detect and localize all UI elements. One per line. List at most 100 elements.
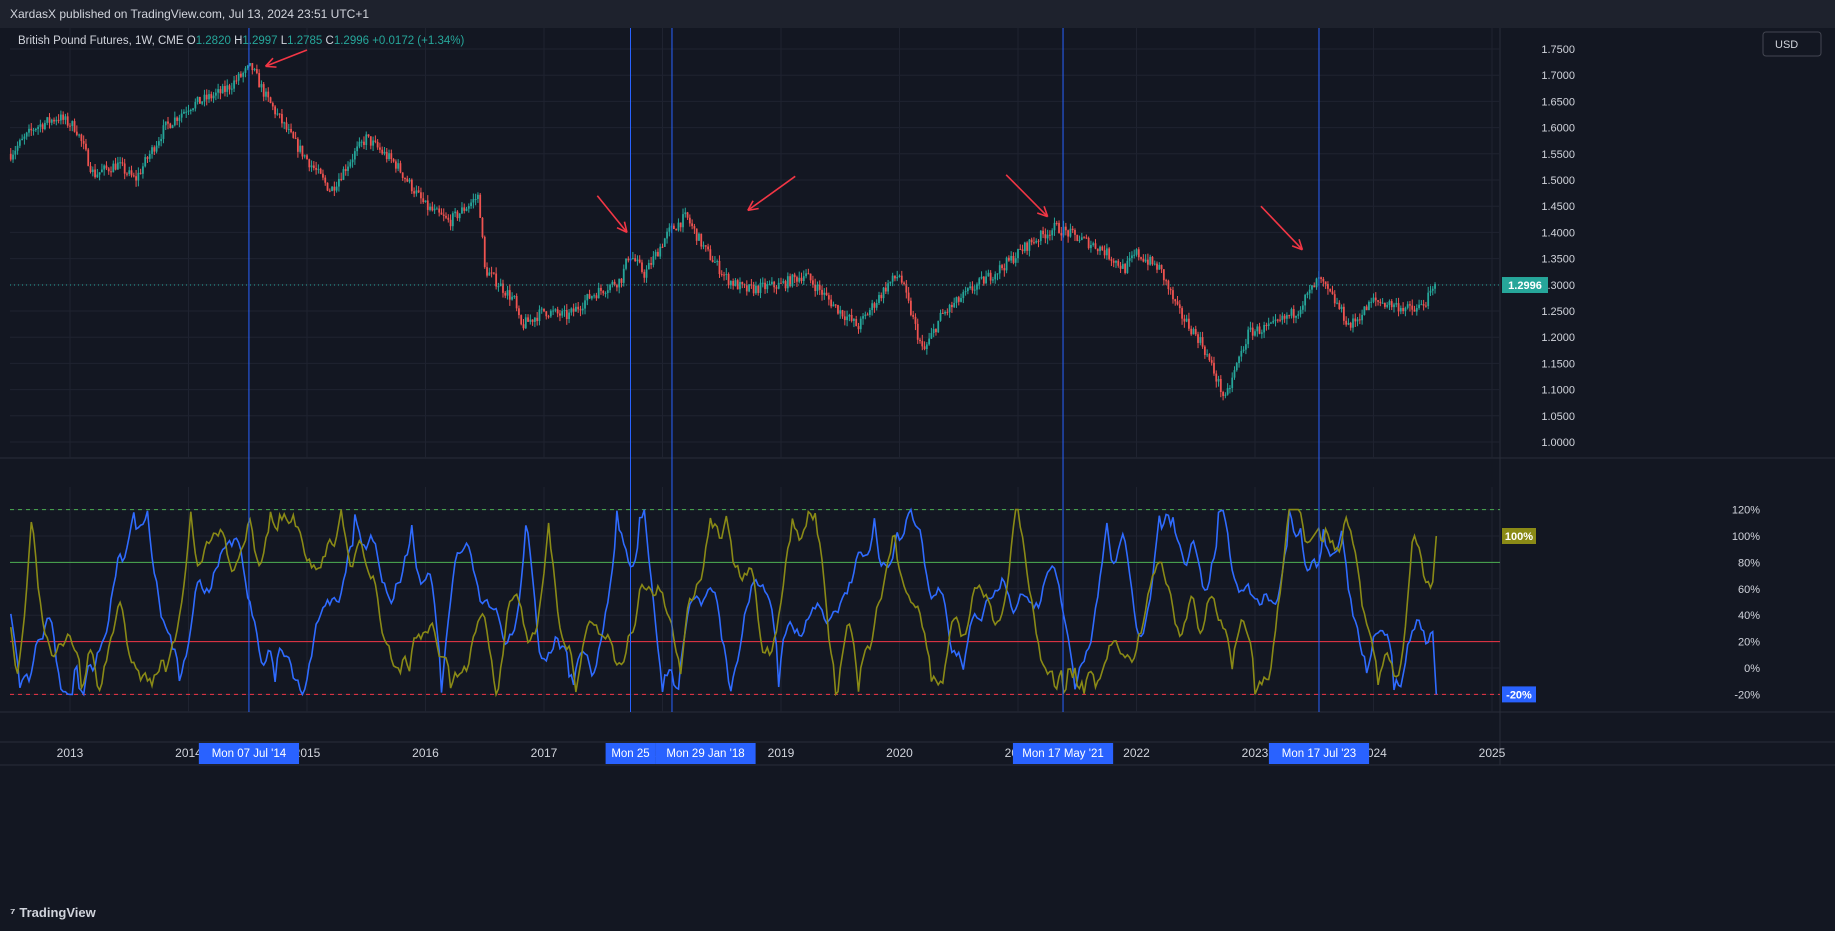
candle-body — [278, 113, 281, 115]
candle-body — [71, 121, 74, 127]
candle-body — [486, 267, 488, 276]
candle-body — [319, 168, 322, 174]
oscillator-axis-label: 0% — [1744, 663, 1760, 675]
candle-body — [433, 208, 436, 211]
candle-body — [857, 326, 860, 330]
candle-body — [301, 145, 304, 157]
candle-body — [142, 166, 144, 174]
candle-body — [1315, 278, 1318, 288]
candle-body — [659, 246, 662, 257]
candle-body — [889, 281, 892, 284]
candle-body — [862, 316, 864, 319]
candle-body — [1165, 280, 1168, 282]
candle-body — [969, 286, 972, 289]
candle-body — [543, 308, 545, 312]
candle-body — [755, 285, 757, 294]
candle-body — [162, 125, 165, 139]
candle-body — [702, 245, 705, 247]
candle-body — [1110, 259, 1113, 261]
time-axis-label: 2025 — [1479, 746, 1506, 760]
candle-body — [212, 95, 215, 99]
candle-body — [631, 258, 634, 260]
candle-body — [982, 276, 985, 284]
candle-body — [533, 317, 536, 322]
marker-date-text: Mon 17 May '21 — [1022, 748, 1103, 760]
candle-body — [1365, 306, 1368, 311]
candle-body — [524, 317, 527, 329]
candle-body — [155, 145, 158, 152]
candle-body — [1087, 238, 1090, 249]
candle-body — [299, 145, 302, 152]
candle-body — [214, 92, 217, 96]
candle-body — [775, 287, 778, 289]
candle-body — [800, 277, 803, 282]
candle-body — [992, 279, 994, 281]
candle-body — [695, 228, 698, 241]
candle-body — [791, 274, 794, 287]
candle-body — [679, 222, 682, 228]
candle-body — [976, 284, 978, 290]
candle-body — [1007, 257, 1010, 261]
oscillator-axis-label: 100% — [1732, 531, 1760, 543]
candle-body — [561, 310, 564, 316]
candle-body — [1425, 305, 1427, 307]
candle-body — [1265, 325, 1268, 327]
candle-body — [1160, 264, 1163, 270]
candle-body — [600, 287, 602, 291]
candle-body — [720, 274, 723, 276]
candle-body — [324, 177, 327, 183]
candle-body — [1067, 230, 1070, 237]
candle-body — [675, 229, 678, 231]
candle-body — [376, 141, 379, 148]
candle-body — [69, 125, 71, 127]
candle-body — [1158, 264, 1161, 270]
candle-body — [529, 319, 532, 322]
tradingview-logo[interactable]: ⁷ TradingView — [10, 905, 96, 920]
candle-body — [285, 122, 288, 130]
candle-body — [1267, 323, 1270, 327]
candle-body — [1354, 318, 1357, 322]
candle-body — [447, 217, 450, 220]
candle-body — [843, 316, 846, 321]
candle-body — [841, 310, 844, 317]
marker-date-text: Mon 17 Jul '23 — [1282, 748, 1356, 760]
tradingview-brand-text: TradingView — [19, 905, 96, 920]
chart-canvas[interactable]: 2013201420152016201720182019202020212022… — [0, 0, 1835, 931]
candle-body — [1037, 240, 1040, 242]
candle-body — [1258, 326, 1261, 334]
candle-body — [1153, 263, 1156, 265]
candle-body — [757, 285, 760, 293]
candle-body — [1274, 319, 1277, 321]
candle-body — [1215, 373, 1218, 382]
candle-body — [650, 263, 653, 265]
candle-body — [180, 113, 183, 118]
candle-body — [704, 245, 707, 247]
candle-body — [78, 134, 81, 136]
candle-body — [579, 309, 582, 311]
candle-body — [725, 274, 728, 276]
candle-body — [1235, 363, 1238, 371]
candle-body — [431, 206, 434, 211]
candle-body — [878, 295, 880, 303]
candle-body — [1244, 344, 1247, 350]
candle-body — [672, 225, 675, 230]
candle-body — [593, 295, 596, 297]
candle-body — [1103, 250, 1106, 256]
candle-body — [1115, 260, 1117, 263]
candle-body — [1042, 230, 1044, 235]
candle-body — [1308, 289, 1311, 294]
candle-body — [435, 208, 438, 210]
candle-body — [825, 292, 828, 296]
candle-body — [25, 132, 28, 137]
candle-body — [210, 94, 213, 99]
candle-body — [634, 258, 637, 262]
candle-body — [1374, 297, 1377, 301]
candle-body — [137, 172, 140, 181]
candle-body — [335, 186, 338, 191]
candle-body — [666, 231, 668, 239]
price-axis-label: 1.5000 — [1541, 175, 1575, 187]
price-axis-label: 1.0000 — [1541, 437, 1575, 449]
candle-body — [37, 126, 39, 129]
candle-body — [44, 122, 46, 130]
candle-body — [340, 178, 343, 180]
